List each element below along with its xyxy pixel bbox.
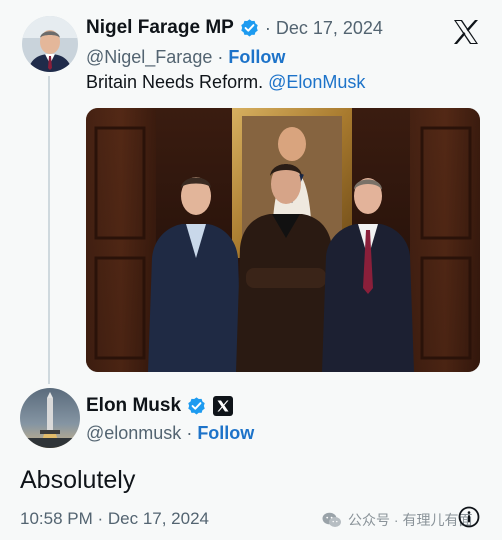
x-logo-icon[interactable] <box>452 18 480 46</box>
reply-handle-row: @elonmusk · Follow <box>86 423 254 444</box>
reply-text: Absolutely <box>20 466 136 494</box>
author-handle[interactable]: @Nigel_Farage <box>86 47 212 68</box>
avatar-nigel-farage[interactable] <box>22 16 78 72</box>
follow-button[interactable]: Follow <box>228 47 285 68</box>
tweet-date[interactable]: Dec 17, 2024 <box>276 18 383 39</box>
author-display-name[interactable]: Nigel Farage MP <box>86 17 234 39</box>
x-affiliation-badge-icon[interactable] <box>213 396 234 416</box>
tweet-embed-card: Nigel Farage MP · Dec 17, 2024 @Nigel_Fa… <box>0 0 502 540</box>
tweet-body: Britain Needs Reform. <box>86 72 264 92</box>
reply-author-row: Elon Musk <box>86 395 234 417</box>
separator-dot: · <box>264 17 271 38</box>
verified-badge-icon <box>186 396 207 417</box>
info-icon[interactable] <box>458 506 480 528</box>
tweet-handle-row: @Nigel_Farage · Follow <box>86 47 285 68</box>
reply-timestamp[interactable]: 10:58 PM · Dec 17, 2024 <box>20 509 209 529</box>
separator-dot: · <box>217 47 224 67</box>
avatar-elon-musk[interactable] <box>20 388 80 448</box>
thread-connector-line <box>48 76 50 384</box>
tweet-author-row: Nigel Farage MP · Dec 17, 2024 <box>86 17 383 39</box>
reply-author-handle[interactable]: @elonmusk <box>86 423 181 444</box>
follow-button[interactable]: Follow <box>197 423 254 444</box>
wechat-logo-icon <box>322 512 342 528</box>
separator-dot: · <box>186 423 193 443</box>
tweet-text: Britain Needs Reform. @ElonMusk <box>86 72 365 93</box>
watermark-text: 公众号 · 有理儿有面 <box>348 512 473 528</box>
tweet-photo[interactable] <box>86 108 480 372</box>
verified-badge-icon <box>239 18 260 39</box>
watermark: 公众号 · 有理儿有面 <box>322 510 472 530</box>
mention-link[interactable]: @ElonMusk <box>268 72 365 92</box>
reply-author-display-name[interactable]: Elon Musk <box>86 395 181 417</box>
